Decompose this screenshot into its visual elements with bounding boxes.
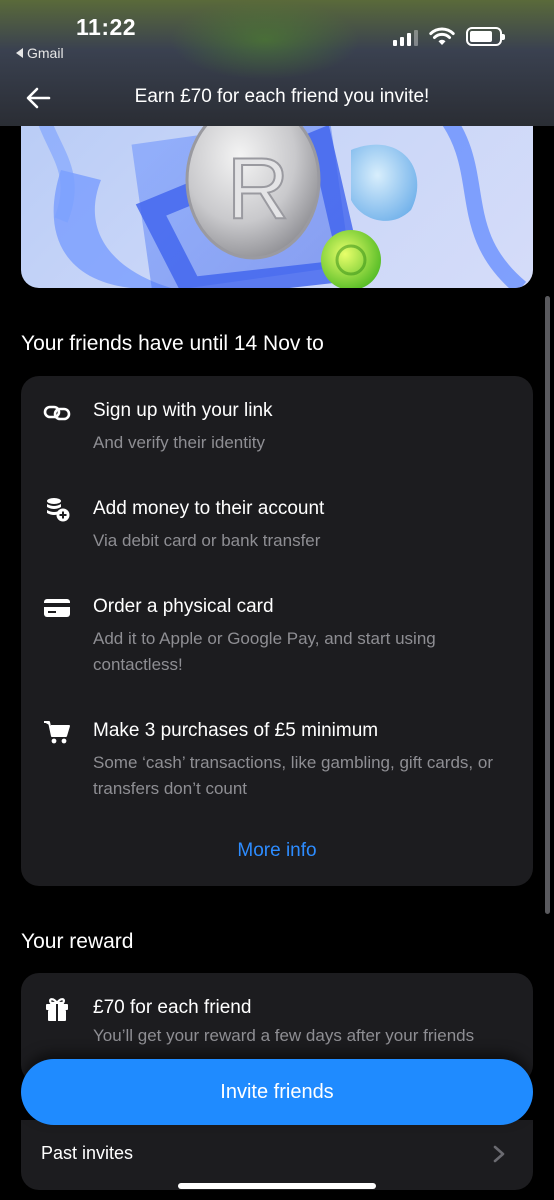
back-triangle-icon <box>16 48 23 58</box>
step-title: Make 3 purchases of £5 minimum <box>93 720 379 741</box>
link-icon <box>43 405 71 421</box>
invite-friends-button[interactable]: Invite friends <box>21 1059 533 1125</box>
step-title: Order a physical card <box>93 596 274 617</box>
reward-subtitle: You’ll get your reward a few days after … <box>93 1026 475 1045</box>
status-time: 11:22 <box>76 14 137 40</box>
step-subtitle: Via debit card or bank transfer <box>93 531 321 550</box>
step-title: Sign up with your link <box>93 400 273 421</box>
cart-icon <box>44 721 70 744</box>
more-info-link[interactable]: More info <box>21 840 533 862</box>
scrollbar[interactable] <box>545 296 550 914</box>
cellular-signal-icon <box>393 30 418 46</box>
past-invites-row[interactable]: Past invites <box>21 1120 533 1190</box>
step-subtitle: And verify their identity <box>93 433 265 452</box>
coin-illustration: R <box>34 110 527 288</box>
wifi-icon <box>429 27 455 45</box>
battery-icon <box>466 27 505 46</box>
back-to-app-link[interactable]: Gmail <box>16 45 64 61</box>
step-subtitle: Some ‘cash’ transactions, like gambling,… <box>93 753 493 798</box>
step-subtitle: Add it to Apple or Google Pay, and start… <box>93 629 436 674</box>
steps-section-title: Your friends have until 14 Nov to <box>21 332 324 355</box>
step-title: Add money to their account <box>93 498 325 519</box>
hero-illustration: R <box>21 110 533 288</box>
home-indicator[interactable] <box>178 1183 376 1189</box>
gift-icon <box>46 998 68 1021</box>
page-title: Earn £70 for each friend you invite! <box>134 86 430 107</box>
status-and-header-bar: 11:22 Gmail Earn £70 for each friend you… <box>0 0 554 126</box>
reward-section-title: Your reward <box>21 930 134 953</box>
add-money-icon <box>47 498 70 522</box>
card-icon <box>44 599 70 617</box>
reward-title: £70 for each friend <box>93 997 252 1018</box>
svg-text:R: R <box>227 141 289 237</box>
past-invites-label: Past invites <box>41 1143 134 1163</box>
chevron-right-icon <box>493 1145 505 1163</box>
steps-card: Sign up with your link And verify their … <box>21 376 533 886</box>
back-app-label: Gmail <box>27 45 64 61</box>
